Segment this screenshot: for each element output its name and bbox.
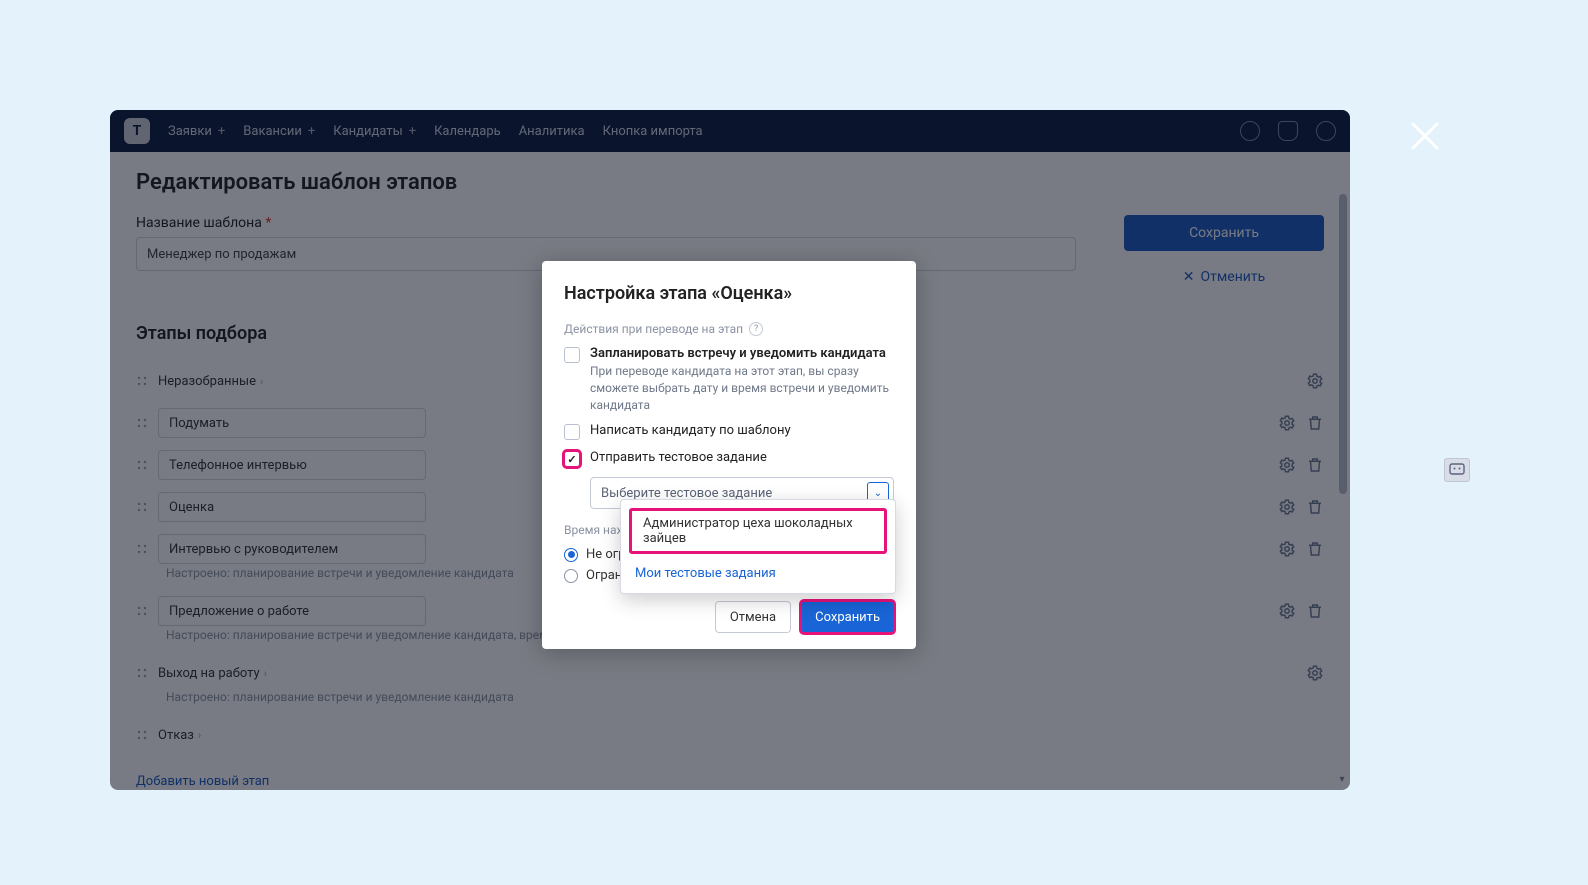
- checkbox-schedule-meeting[interactable]: [564, 347, 580, 363]
- modal-actions-label: Действия при переводе на этап ?: [564, 322, 894, 336]
- modal-title: Настройка этапа «Оценка»: [564, 283, 894, 304]
- feedback-tab-icon[interactable]: [1444, 458, 1470, 482]
- radio-limited[interactable]: [564, 569, 578, 583]
- close-overlay-icon[interactable]: [1407, 118, 1443, 154]
- checkbox-schedule-meeting-desc: При переводе кандидата на этот этап, вы …: [590, 363, 894, 413]
- test-task-dropdown: Администратор цеха шоколадных зайцев Мои…: [620, 499, 896, 594]
- checkbox-write-template[interactable]: [564, 424, 580, 440]
- modal-save-button[interactable]: Сохранить: [801, 601, 894, 633]
- modal-cancel-button[interactable]: Отмена: [715, 601, 791, 633]
- radio-unlimited[interactable]: [564, 548, 578, 562]
- my-test-tasks-link[interactable]: Мои тестовые задания: [621, 556, 895, 587]
- checkbox-send-test[interactable]: [564, 451, 580, 467]
- checkbox-write-template-label: Написать кандидату по шаблону: [590, 423, 791, 438]
- checkbox-send-test-label: Отправить тестовое задание: [590, 450, 767, 465]
- dropdown-option[interactable]: Администратор цеха шоколадных зайцев: [629, 508, 887, 554]
- help-icon[interactable]: ?: [749, 322, 763, 336]
- checkbox-schedule-meeting-label: Запланировать встречу и уведомить кандид…: [590, 346, 894, 361]
